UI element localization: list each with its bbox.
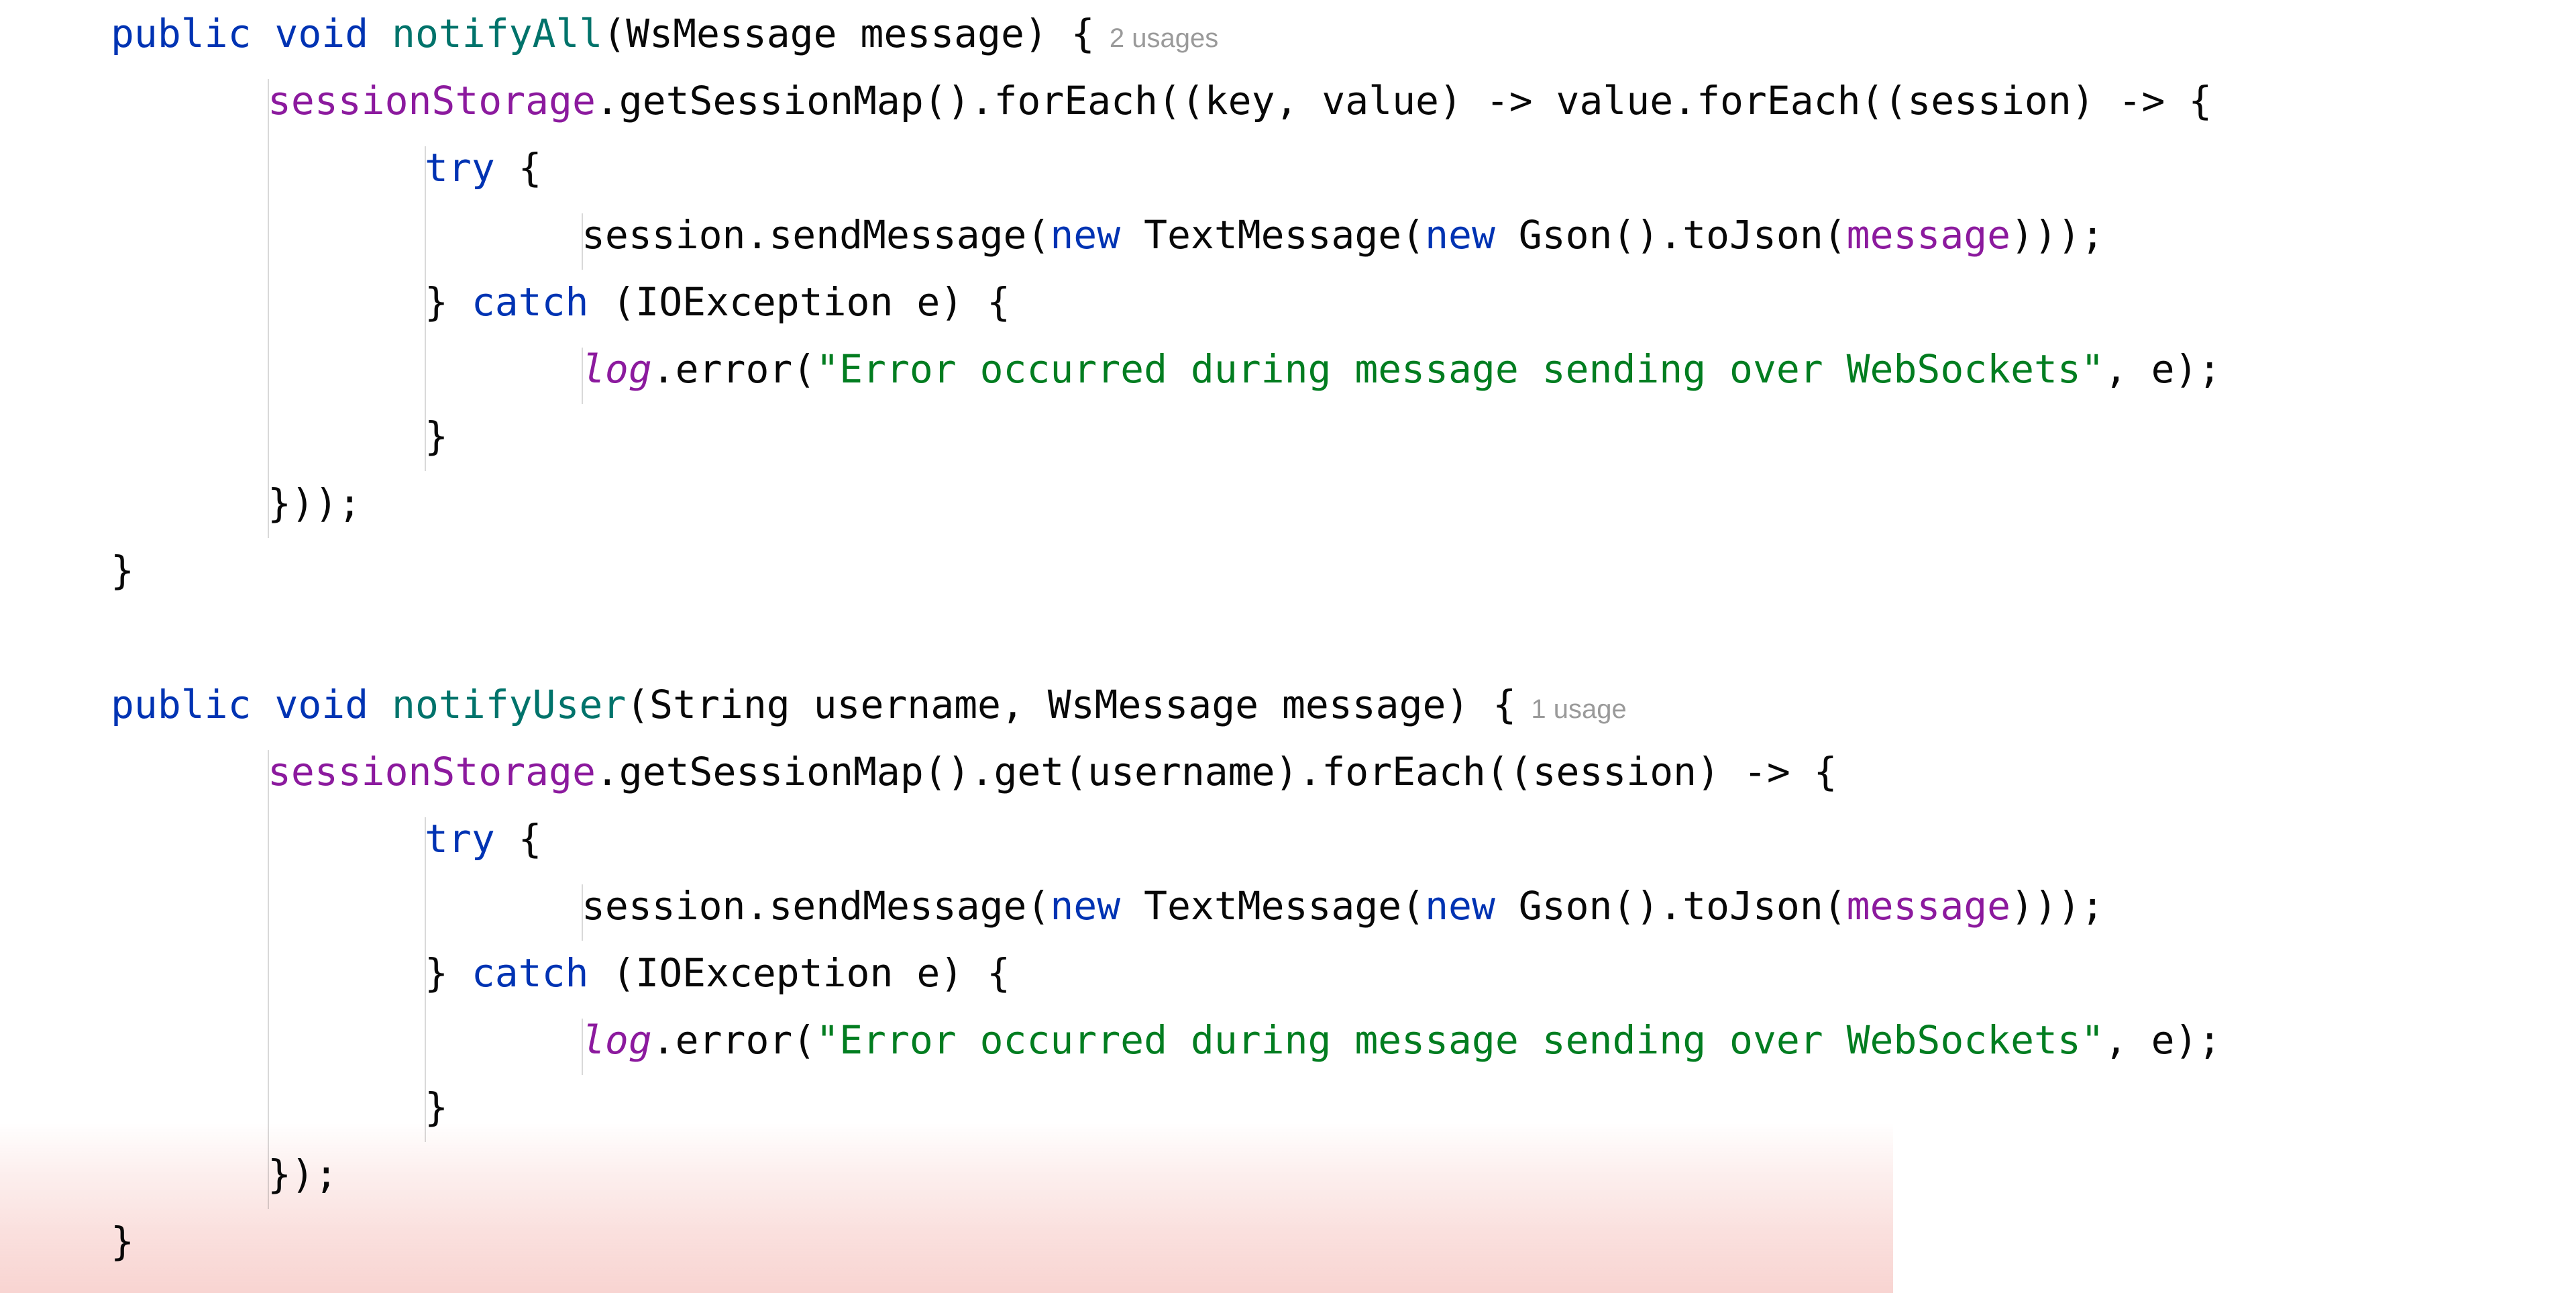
code-token-plain: } xyxy=(425,413,448,459)
usages-inlay-hint[interactable]: 1 usage xyxy=(1516,694,1626,724)
code-token-plain: .error( xyxy=(651,1017,816,1063)
code-token-plain: (IOException e) { xyxy=(588,279,1010,325)
code-token-plain: Gson().toJson( xyxy=(1495,883,1847,929)
code-token-plain: (IOException e) { xyxy=(588,950,1010,996)
code-token-method: notifyUser xyxy=(392,682,627,727)
code-line[interactable]: sessionStorage.getSessionMap().get(usern… xyxy=(268,738,1837,805)
code-token-kw: try xyxy=(425,816,495,862)
code-token-kw: catch xyxy=(471,950,589,996)
code-line[interactable]: try { xyxy=(425,805,542,872)
code-token-plain: }); xyxy=(268,1151,338,1197)
code-line[interactable]: })); xyxy=(268,470,362,537)
code-token-plain: } xyxy=(425,1084,448,1130)
code-token-kw: new xyxy=(1050,883,1121,929)
code-token-str: "Error occurred during message sending o… xyxy=(816,346,2104,392)
code-line[interactable]: } xyxy=(425,403,448,470)
code-token-method: notifyAll xyxy=(392,11,603,56)
code-token-sfield: log xyxy=(582,1017,652,1063)
code-token-plain: } xyxy=(111,1219,134,1264)
code-token-kw: new xyxy=(1050,212,1121,258)
code-editor-screenshot: public void notifyAll(WsMessage message)… xyxy=(0,0,2576,1293)
code-line[interactable]: }); xyxy=(268,1141,338,1208)
code-token-plain: .error( xyxy=(651,346,816,392)
code-token-plain: { xyxy=(494,145,542,191)
code-line[interactable]: session.sendMessage(new TextMessage(new … xyxy=(582,201,2104,268)
code-token-plain: , e); xyxy=(2104,1017,2222,1063)
code-token-plain: TextMessage( xyxy=(1120,883,1426,929)
code-token-plain: } xyxy=(425,279,472,325)
code-token-plain: (String username, WsMessage message) { xyxy=(626,682,1517,727)
code-token-plain: session.sendMessage( xyxy=(582,883,1051,929)
code-token-plain: })); xyxy=(268,480,362,526)
code-token-kw: new xyxy=(1425,883,1495,929)
code-token-kw: public xyxy=(111,682,252,727)
code-token-plain: ))); xyxy=(2010,212,2104,258)
code-token-plain: } xyxy=(425,950,472,996)
code-line[interactable]: } xyxy=(425,1074,448,1141)
code-token-kw: void xyxy=(274,682,369,727)
code-token-plain: Gson().toJson( xyxy=(1495,212,1847,258)
code-token-kw: catch xyxy=(471,279,589,325)
code-line[interactable]: session.sendMessage(new TextMessage(new … xyxy=(582,872,2104,939)
code-token-plain: (WsMessage message) { xyxy=(602,11,1095,56)
code-line[interactable]: try { xyxy=(425,134,542,201)
code-line[interactable]: log.error("Error occurred during message… xyxy=(582,1006,2221,1074)
code-token-field: message xyxy=(1846,212,2011,258)
code-line[interactable]: sessionStorage.getSessionMap().forEach((… xyxy=(268,67,2212,134)
usages-inlay-hint[interactable]: 2 usages xyxy=(1095,23,1218,53)
code-token-plain: ))); xyxy=(2010,883,2104,929)
code-token-str: "Error occurred during message sending o… xyxy=(816,1017,2104,1063)
code-token-plain: .getSessionMap().get(username).forEach((… xyxy=(595,749,1837,794)
code-token-kw: new xyxy=(1425,212,1495,258)
code-token-kw: try xyxy=(425,145,495,191)
code-line[interactable]: public void notifyAll(WsMessage message)… xyxy=(111,0,1218,67)
code-text-surface[interactable]: public void notifyAll(WsMessage message)… xyxy=(0,0,2576,1293)
code-token-field: sessionStorage xyxy=(268,78,596,123)
code-line[interactable]: log.error("Error occurred during message… xyxy=(582,335,2221,403)
code-token-plain: { xyxy=(494,816,542,862)
code-line[interactable]: } xyxy=(111,537,134,604)
code-token-field: sessionStorage xyxy=(268,749,596,794)
code-token-field: message xyxy=(1846,883,2011,929)
code-line[interactable]: public void notifyUser(String username, … xyxy=(111,671,1627,738)
code-token-plain: , e); xyxy=(2104,346,2222,392)
code-token-plain: TextMessage( xyxy=(1120,212,1426,258)
code-line[interactable]: } catch (IOException e) { xyxy=(425,939,1010,1006)
code-token-sfield: log xyxy=(582,346,652,392)
code-token-plain: session.sendMessage( xyxy=(582,212,1051,258)
code-token-kw: void xyxy=(274,11,369,56)
code-token-plain: .getSessionMap().forEach((key, value) ->… xyxy=(595,78,2212,123)
code-token-plain: } xyxy=(111,548,134,593)
code-line[interactable]: } xyxy=(111,1208,134,1275)
code-line[interactable]: } catch (IOException e) { xyxy=(425,268,1010,335)
code-token-kw: public xyxy=(111,11,252,56)
